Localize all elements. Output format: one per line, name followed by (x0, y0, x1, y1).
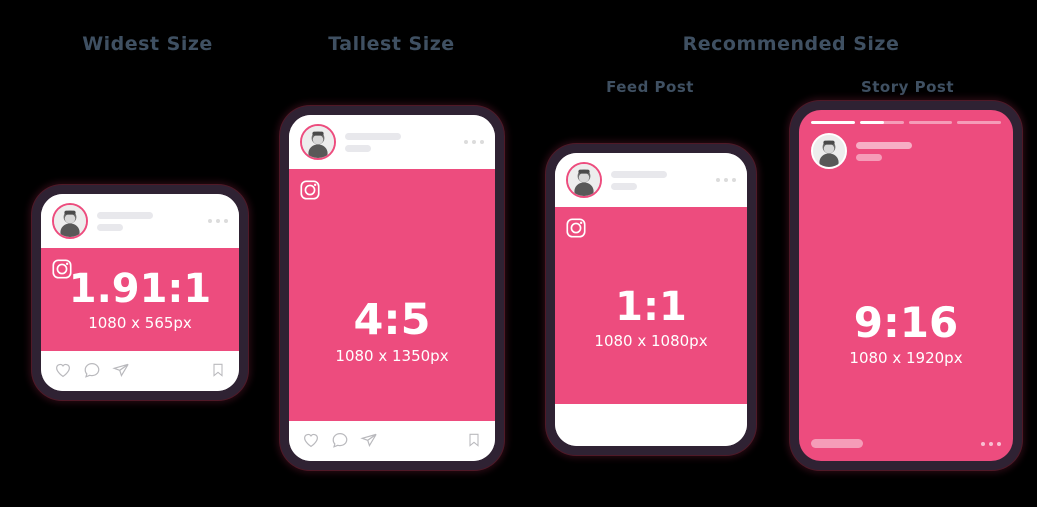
timestamp-bar (856, 153, 882, 161)
story-footer (799, 439, 1013, 461)
post-action-bar (289, 421, 495, 461)
post-header (555, 153, 747, 207)
avatar[interactable] (811, 133, 847, 169)
comment-icon[interactable] (331, 431, 349, 449)
phone-mockup-feed-post: 1:1 1080 x 1080px (546, 144, 756, 455)
location-bar (611, 182, 637, 190)
heading-recommended-size: Recommended Size (682, 33, 900, 55)
dimensions-label: 1080 x 1350px (335, 346, 449, 365)
avatar-icon (568, 164, 600, 196)
instagram-icon (565, 217, 587, 239)
heart-icon[interactable] (54, 361, 72, 379)
phone-screen: 1.91:1 1080 x 565px (41, 194, 239, 391)
more-options-icon[interactable] (464, 140, 484, 144)
location-bar (97, 223, 123, 231)
dimensions-label: 1080 x 565px (88, 313, 192, 332)
phone-screen: 4:5 1080 x 1350px (289, 115, 495, 461)
avatar-icon (813, 135, 845, 167)
bookmark-icon[interactable] (466, 431, 482, 449)
heading-tallest-size: Tallest Size (328, 33, 455, 55)
avatar-icon (54, 205, 86, 237)
phone-mockup-widest: 1.91:1 1080 x 565px (32, 185, 248, 400)
heading-story-post: Story Post (860, 78, 955, 96)
post-footer-blank (555, 404, 747, 446)
avatar[interactable] (52, 203, 88, 239)
paper-plane-icon[interactable] (112, 361, 130, 379)
instagram-icon (299, 179, 321, 201)
avatar[interactable] (566, 162, 602, 198)
dimensions-label: 1080 x 1920px (849, 349, 963, 367)
post-header (289, 115, 495, 169)
phone-screen: 9:16 1080 x 1920px (799, 110, 1013, 461)
aspect-ratio-label: 1:1 (615, 283, 687, 330)
bookmark-icon[interactable] (210, 361, 226, 379)
post-media: 1.91:1 1080 x 565px (41, 248, 239, 351)
story-progress-bars (799, 110, 1013, 124)
post-media: 1:1 1080 x 1080px (555, 207, 747, 404)
avatar[interactable] (300, 124, 336, 160)
avatar-icon (302, 126, 334, 158)
aspect-ratio-label: 1.91:1 (68, 265, 212, 312)
username-placeholder (345, 132, 401, 152)
post-media: 4:5 1080 x 1350px (289, 169, 495, 421)
more-options-icon[interactable] (981, 441, 1001, 446)
phone-mockup-tallest: 4:5 1080 x 1350px (280, 106, 504, 470)
phone-mockup-story-post: 9:16 1080 x 1920px (790, 101, 1022, 470)
instagram-icon (51, 258, 73, 280)
dimensions-label: 1080 x 1080px (594, 331, 708, 350)
aspect-ratio-label: 4:5 (353, 294, 431, 345)
username-placeholder (97, 211, 153, 231)
more-options-icon[interactable] (208, 219, 228, 223)
more-options-icon[interactable] (716, 178, 736, 182)
username-placeholder (611, 170, 667, 190)
heart-icon[interactable] (302, 431, 320, 449)
aspect-ratio-label: 9:16 (853, 298, 959, 347)
story-header (799, 124, 1013, 169)
story-media: 9:16 1080 x 1920px (799, 169, 1013, 439)
username-bar (611, 170, 667, 178)
phone-screen: 1:1 1080 x 1080px (555, 153, 747, 446)
heading-feed-post: Feed Post (606, 78, 694, 96)
username-bar (856, 141, 912, 149)
comment-icon[interactable] (83, 361, 101, 379)
username-placeholder (856, 141, 912, 161)
username-bar (345, 132, 401, 140)
location-bar (345, 144, 371, 152)
username-bar (97, 211, 153, 219)
paper-plane-icon[interactable] (360, 431, 378, 449)
post-action-bar (41, 351, 239, 391)
send-message-input[interactable] (811, 439, 863, 448)
post-header (41, 194, 239, 248)
heading-widest-size: Widest Size (82, 33, 213, 55)
